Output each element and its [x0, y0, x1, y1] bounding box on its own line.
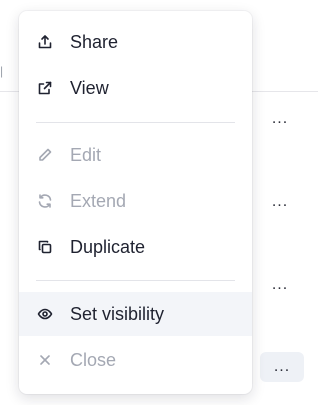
refresh-icon — [36, 192, 54, 210]
row-actions-button[interactable]: ... — [262, 270, 298, 300]
menu-item-label: Extend — [70, 190, 127, 211]
background-row-marker: | — [0, 64, 4, 78]
close-icon — [36, 351, 54, 369]
menu-item-close[interactable]: Close — [19, 338, 252, 382]
menu-item-label: View — [70, 77, 109, 98]
menu-item-share[interactable]: Share — [19, 20, 252, 64]
menu-item-set-visibility[interactable]: Set visibility — [19, 292, 252, 336]
context-menu: Share View Edit Extend Duplicate Set vis… — [19, 11, 252, 394]
menu-item-extend[interactable]: Extend — [19, 179, 252, 223]
row-actions-button-active[interactable]: ... — [260, 352, 304, 382]
share-icon — [36, 33, 54, 51]
page: | ... ... ... ... Share View Edit Extend… — [0, 0, 318, 405]
menu-item-view[interactable]: View — [19, 66, 252, 110]
copy-icon — [36, 238, 54, 256]
row-actions-button[interactable]: ... — [262, 104, 298, 134]
external-link-icon — [36, 79, 54, 97]
menu-item-edit[interactable]: Edit — [19, 133, 252, 177]
menu-separator — [36, 280, 235, 281]
menu-item-label: Set visibility — [70, 303, 165, 324]
row-actions-button[interactable]: ... — [262, 187, 298, 217]
menu-item-label: Share — [70, 31, 119, 52]
pencil-icon — [36, 146, 54, 164]
menu-separator — [36, 122, 235, 123]
menu-item-label: Edit — [70, 144, 102, 165]
menu-item-duplicate[interactable]: Duplicate — [19, 225, 252, 269]
menu-item-label: Duplicate — [70, 236, 146, 257]
eye-icon — [36, 305, 54, 323]
menu-item-label: Close — [70, 349, 117, 370]
